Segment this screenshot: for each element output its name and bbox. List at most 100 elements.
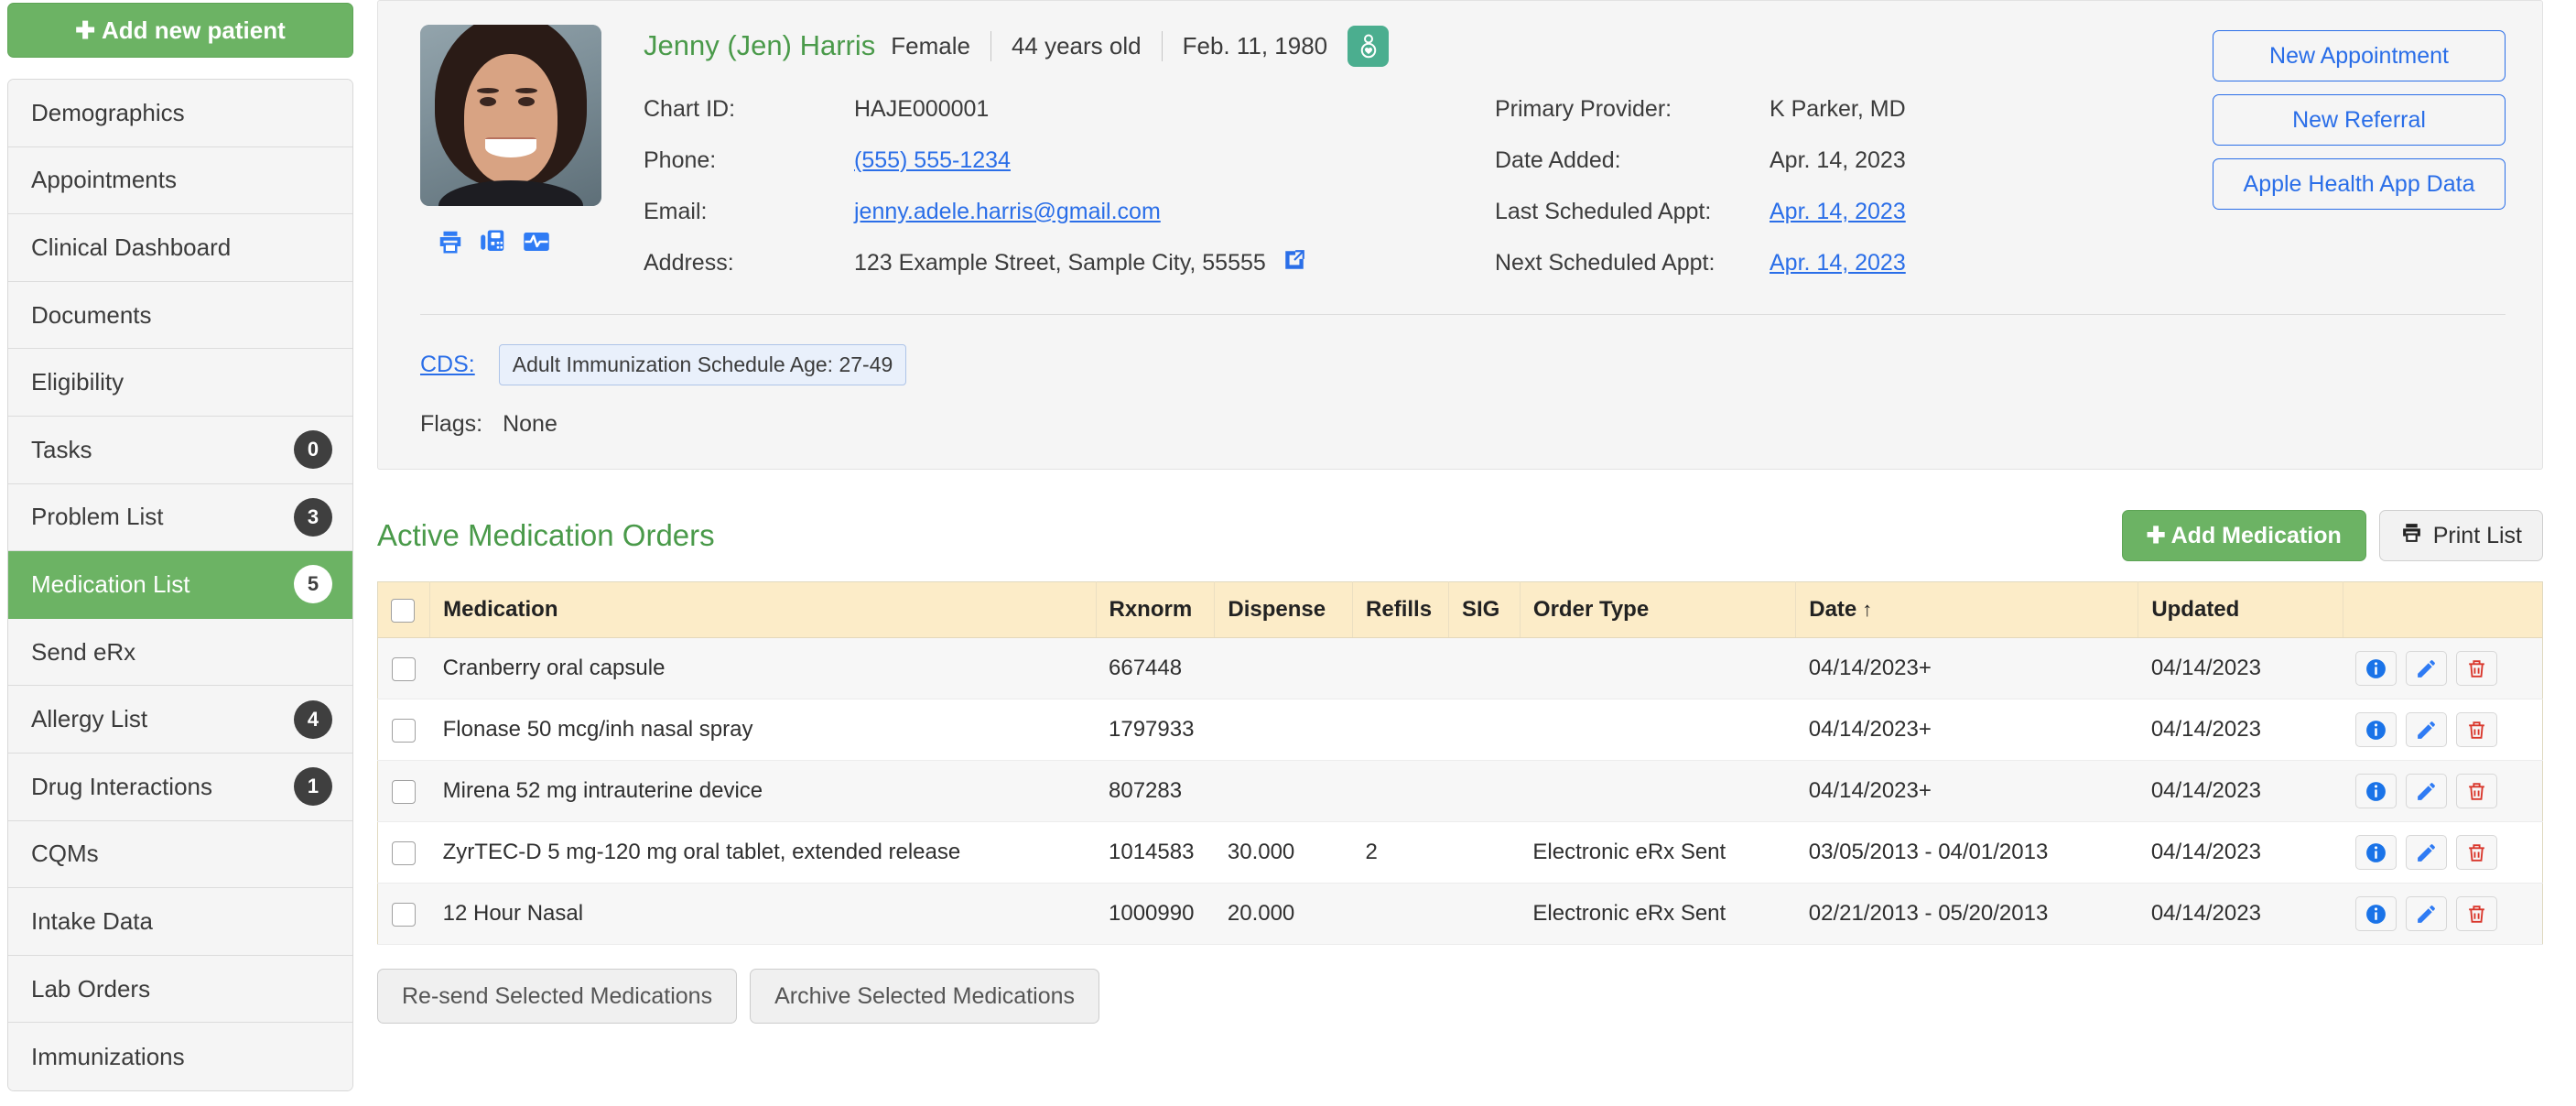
field-value: (555) 555-1234: [854, 135, 1306, 186]
field-value-link[interactable]: jenny.adele.harris@gmail.com: [854, 199, 1161, 225]
column-actions: [2343, 581, 2543, 638]
field-value-link[interactable]: (555) 555-1234: [854, 147, 1011, 174]
delete-icon[interactable]: [2456, 835, 2498, 870]
cell-date: 03/05/2013 - 04/01/2013: [1795, 821, 2138, 884]
field-label: Next Scheduled Appt:: [1495, 249, 1716, 276]
sidebar-item-eligibility[interactable]: Eligibility: [8, 349, 352, 417]
field-value-link[interactable]: Apr. 14, 2023: [1770, 199, 1906, 225]
sidebar-item-cqms[interactable]: CQMs: [8, 820, 352, 889]
external-link-icon[interactable]: [1283, 248, 1306, 278]
main-content: Jenny (Jen) Harris Female 44 years old F…: [357, 0, 2576, 1106]
sidebar-item-problem-list[interactable]: Problem List 3: [8, 483, 352, 552]
field-value-link[interactable]: Apr. 14, 2023: [1770, 250, 1906, 276]
patient-fields: Chart ID: Phone: Email: Address: HAJE000001…: [644, 83, 2194, 288]
sidebar-item-label: Medication List: [31, 569, 190, 598]
select-all-checkbox[interactable]: [391, 598, 415, 623]
card-divider: [420, 314, 2506, 315]
row-checkbox[interactable]: [392, 718, 417, 743]
vitals-chart-icon[interactable]: [523, 228, 550, 255]
print-icon[interactable]: [437, 228, 464, 255]
info-icon[interactable]: [2355, 896, 2397, 931]
sidebar-item-label: Documents: [31, 300, 152, 329]
sidebar-item-clinical-dashboard[interactable]: Clinical Dashboard: [8, 214, 352, 282]
row-checkbox[interactable]: [392, 779, 417, 804]
new-appointment-button[interactable]: New Appointment: [2213, 30, 2506, 81]
table-row[interactable]: Flonase 50 mcg/inh nasal spray 1797933 04/…: [377, 699, 2543, 761]
person-heart-icon[interactable]: [1348, 25, 1390, 67]
column-dispense[interactable]: Dispense: [1214, 581, 1354, 638]
column-updated[interactable]: Updated: [2138, 581, 2343, 638]
print-list-button[interactable]: Print List: [2378, 510, 2543, 561]
field-value-text: K Parker, MD: [1770, 95, 1906, 122]
archive-selected-medications-button[interactable]: Archive Selected Medications: [750, 969, 1100, 1024]
info-icon[interactable]: [2355, 651, 2397, 686]
column-date[interactable]: Date ↑: [1795, 581, 2139, 638]
table-row[interactable]: Cranberry oral capsule 667448 04/14/2023+ 0…: [377, 637, 2543, 699]
edit-icon[interactable]: [2406, 712, 2448, 747]
row-checkbox[interactable]: [392, 840, 417, 865]
edit-icon[interactable]: [2406, 896, 2448, 931]
info-icon[interactable]: [2355, 835, 2397, 870]
sidebar-item-allergy-list[interactable]: Allergy List 4: [8, 686, 352, 754]
delete-icon[interactable]: [2456, 896, 2498, 931]
field-value: 123 Example Street, Sample City, 55555: [854, 237, 1306, 288]
cell-dispense: 30.000: [1214, 821, 1353, 884]
row-select-cell: [377, 760, 430, 822]
sidebar-item-label: Eligibility: [31, 368, 124, 396]
sidebar-item-label: Intake Data: [31, 906, 153, 935]
column-refills[interactable]: Refills: [1352, 581, 1449, 638]
sidebar-item-medication-list[interactable]: Medication List 5: [8, 551, 352, 619]
sidebar-item-badge: 5: [294, 565, 332, 604]
new-referral-button[interactable]: New Referral: [2213, 94, 2506, 146]
row-checkbox[interactable]: [392, 902, 417, 927]
cell-updated: 04/14/2023: [2138, 883, 2343, 945]
column-rxnorm[interactable]: Rxnorm: [1096, 581, 1216, 638]
fax-icon[interactable]: [480, 228, 507, 255]
row-select-cell: [377, 883, 430, 945]
field-value: Apr. 14, 2023: [1770, 186, 1906, 237]
sort-ascending-icon: ↑: [1862, 598, 1873, 621]
sidebar-item-label: Drug Interactions: [31, 772, 212, 800]
sidebar-item-label: Tasks: [31, 435, 92, 463]
sidebar-item-appointments[interactable]: Appointments: [8, 146, 352, 215]
select-all-header: [377, 581, 431, 638]
edit-icon[interactable]: [2406, 651, 2448, 686]
re-send-selected-medications-button[interactable]: Re-send Selected Medications: [377, 969, 738, 1024]
column-sig[interactable]: SIG: [1448, 581, 1521, 638]
cell-order-type: [1520, 699, 1796, 761]
add-medication-button[interactable]: ✚ Add Medication: [2121, 510, 2366, 561]
edit-icon[interactable]: [2406, 774, 2448, 808]
cds-row: CDS: Adult Immunization Schedule Age: 27…: [420, 344, 2506, 385]
info-icon[interactable]: [2355, 774, 2397, 808]
sidebar-item-drug-interactions[interactable]: Drug Interactions 1: [8, 753, 352, 821]
edit-icon[interactable]: [2406, 835, 2448, 870]
patient-dob: Feb. 11, 1980: [1182, 31, 1328, 60]
field-label: Date Added:: [1495, 146, 1621, 173]
table-row[interactable]: 12 Hour Nasal 1000990 20.000 Electronic eRx…: [377, 883, 2543, 945]
delete-icon[interactable]: [2456, 712, 2498, 747]
row-checkbox[interactable]: [392, 656, 417, 681]
delete-icon[interactable]: [2456, 774, 2498, 808]
sidebar-item-documents[interactable]: Documents: [8, 281, 352, 350]
field-label: Primary Provider:: [1495, 95, 1672, 122]
add-new-patient-button[interactable]: ✚ Add new patient: [7, 3, 353, 58]
sidebar-item-tasks[interactable]: Tasks 0: [8, 416, 352, 484]
delete-icon[interactable]: [2456, 651, 2498, 686]
cds-link[interactable]: CDS:: [420, 352, 475, 378]
column-order-type[interactable]: Order Type: [1520, 581, 1797, 638]
cell-updated: 04/14/2023: [2138, 699, 2343, 761]
field-value: Apr. 14, 2023: [1770, 135, 1906, 186]
info-icon[interactable]: [2355, 712, 2397, 747]
cell-dispense: [1214, 637, 1353, 699]
sidebar-item-demographics[interactable]: Demographics: [8, 80, 352, 147]
sidebar-item-immunizations[interactable]: Immunizations: [8, 1023, 352, 1090]
cds-chip[interactable]: Adult Immunization Schedule Age: 27-49: [498, 344, 907, 385]
table-row[interactable]: Mirena 52 mg intrauterine device 807283 04…: [377, 760, 2543, 822]
sidebar-item-intake-data[interactable]: Intake Data: [8, 888, 352, 956]
sidebar-item-lab-orders[interactable]: Lab Orders: [8, 955, 352, 1024]
sidebar-item-send-erx[interactable]: Send eRx: [8, 618, 352, 687]
table-row[interactable]: ZyrTEC-D 5 mg-120 mg oral tablet, extend…: [377, 821, 2543, 884]
apple-health-app-data-button[interactable]: Apple Health App Data: [2213, 158, 2506, 210]
patient-info-column: Jenny (Jen) Harris Female 44 years old F…: [603, 25, 2194, 288]
column-medication[interactable]: Medication: [429, 581, 1097, 638]
